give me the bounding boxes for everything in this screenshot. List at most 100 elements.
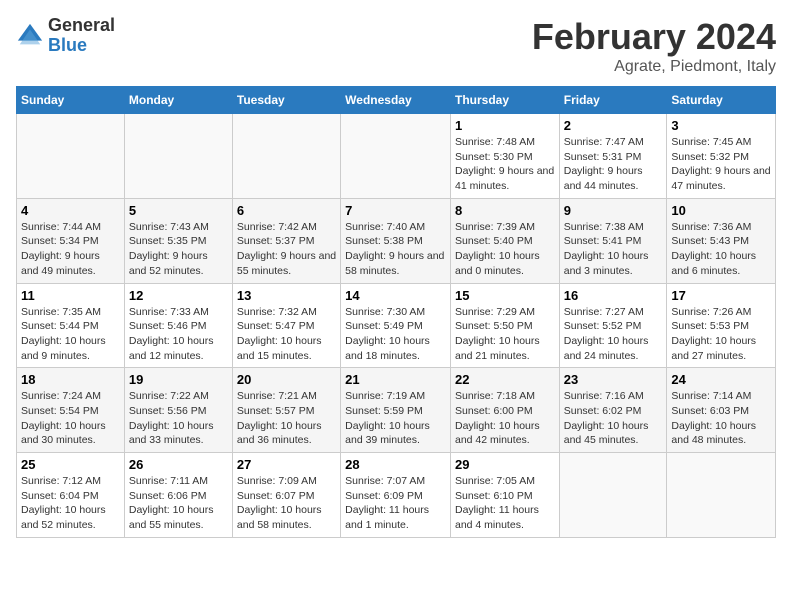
day-number: 23 <box>564 372 663 387</box>
calendar-cell: 10 Sunrise: 7:36 AM Sunset: 5:43 PM Dayli… <box>667 198 776 283</box>
day-info: Sunrise: 7:48 AM Sunset: 5:30 PM Dayligh… <box>455 135 555 194</box>
page-header: General Blue February 2024 Agrate, Piedm… <box>16 16 776 76</box>
day-info: Sunrise: 7:47 AM Sunset: 5:31 PM Dayligh… <box>564 135 663 194</box>
calendar-cell: 2 Sunrise: 7:47 AM Sunset: 5:31 PM Daylig… <box>559 114 667 199</box>
day-info: Sunrise: 7:40 AM Sunset: 5:38 PM Dayligh… <box>345 220 446 279</box>
day-number: 7 <box>345 203 446 218</box>
day-info: Sunrise: 7:27 AM Sunset: 5:52 PM Dayligh… <box>564 305 663 364</box>
day-info: Sunrise: 7:43 AM Sunset: 5:35 PM Dayligh… <box>129 220 228 279</box>
calendar-body: 1 Sunrise: 7:48 AM Sunset: 5:30 PM Daylig… <box>17 114 776 538</box>
day-number: 9 <box>564 203 663 218</box>
day-number: 16 <box>564 288 663 303</box>
calendar-cell: 13 Sunrise: 7:32 AM Sunset: 5:47 PM Dayli… <box>232 283 340 368</box>
day-info: Sunrise: 7:30 AM Sunset: 5:49 PM Dayligh… <box>345 305 446 364</box>
calendar-week-row: 25 Sunrise: 7:12 AM Sunset: 6:04 PM Dayli… <box>17 453 776 538</box>
header-row: SundayMondayTuesdayWednesdayThursdayFrid… <box>17 87 776 114</box>
calendar-cell: 28 Sunrise: 7:07 AM Sunset: 6:09 PM Dayli… <box>341 453 451 538</box>
logo-general: General <box>48 16 115 36</box>
day-number: 10 <box>671 203 771 218</box>
day-number: 14 <box>345 288 446 303</box>
calendar-cell: 29 Sunrise: 7:05 AM Sunset: 6:10 PM Dayli… <box>450 453 559 538</box>
calendar-cell: 23Sunrise: 7:16 AM Sunset: 6:02 PM Dayli… <box>559 368 667 453</box>
header-day-saturday: Saturday <box>667 87 776 114</box>
calendar-cell: 26 Sunrise: 7:11 AM Sunset: 6:06 PM Dayli… <box>124 453 232 538</box>
day-info: Sunrise: 7:36 AM Sunset: 5:43 PM Dayligh… <box>671 220 771 279</box>
calendar-cell: 27 Sunrise: 7:09 AM Sunset: 6:07 PM Dayli… <box>232 453 340 538</box>
day-number: 6 <box>237 203 336 218</box>
day-number: 17 <box>671 288 771 303</box>
header-day-tuesday: Tuesday <box>232 87 340 114</box>
calendar-week-row: 4 Sunrise: 7:44 AM Sunset: 5:34 PM Daylig… <box>17 198 776 283</box>
day-info: Sunrise: 7:33 AM Sunset: 5:46 PM Dayligh… <box>129 305 228 364</box>
location-subtitle: Agrate, Piedmont, Italy <box>532 58 776 76</box>
header-day-friday: Friday <box>559 87 667 114</box>
calendar-cell: 6 Sunrise: 7:42 AM Sunset: 5:37 PM Daylig… <box>232 198 340 283</box>
calendar-cell: 15 Sunrise: 7:29 AM Sunset: 5:50 PM Dayli… <box>450 283 559 368</box>
calendar-cell: 25 Sunrise: 7:12 AM Sunset: 6:04 PM Dayli… <box>17 453 125 538</box>
calendar-table: SundayMondayTuesdayWednesdayThursdayFrid… <box>16 86 776 538</box>
calendar-week-row: 1 Sunrise: 7:48 AM Sunset: 5:30 PM Daylig… <box>17 114 776 199</box>
calendar-cell: 5 Sunrise: 7:43 AM Sunset: 5:35 PM Daylig… <box>124 198 232 283</box>
day-number: 4 <box>21 203 120 218</box>
calendar-cell: 17 Sunrise: 7:26 AM Sunset: 5:53 PM Dayli… <box>667 283 776 368</box>
day-info: Sunrise: 7:26 AM Sunset: 5:53 PM Dayligh… <box>671 305 771 364</box>
logo: General Blue <box>16 16 115 56</box>
day-info: Sunrise: 7:19 AM Sunset: 5:59 PM Dayligh… <box>345 389 446 448</box>
calendar-cell: 4 Sunrise: 7:44 AM Sunset: 5:34 PM Daylig… <box>17 198 125 283</box>
header-day-thursday: Thursday <box>450 87 559 114</box>
calendar-cell: 12 Sunrise: 7:33 AM Sunset: 5:46 PM Dayli… <box>124 283 232 368</box>
day-number: 11 <box>21 288 120 303</box>
day-number: 12 <box>129 288 228 303</box>
calendar-cell: 18Sunrise: 7:24 AM Sunset: 5:54 PM Dayli… <box>17 368 125 453</box>
calendar-cell: 19 Sunrise: 7:22 AM Sunset: 5:56 PM Dayli… <box>124 368 232 453</box>
calendar-cell <box>559 453 667 538</box>
title-block: February 2024 Agrate, Piedmont, Italy <box>532 16 776 76</box>
day-number: 26 <box>129 457 228 472</box>
calendar-cell: 20 Sunrise: 7:21 AM Sunset: 5:57 PM Dayli… <box>232 368 340 453</box>
month-title: February 2024 <box>532 16 776 58</box>
day-info: Sunrise: 7:32 AM Sunset: 5:47 PM Dayligh… <box>237 305 336 364</box>
day-info: Sunrise: 7:11 AM Sunset: 6:06 PM Dayligh… <box>129 474 228 533</box>
day-info: Sunrise: 7:35 AM Sunset: 5:44 PM Dayligh… <box>21 305 120 364</box>
day-info: Sunrise: 7:12 AM Sunset: 6:04 PM Dayligh… <box>21 474 120 533</box>
day-number: 20 <box>237 372 336 387</box>
day-info: Sunrise: 7:22 AM Sunset: 5:56 PM Dayligh… <box>129 389 228 448</box>
day-number: 29 <box>455 457 555 472</box>
calendar-cell: 24 Sunrise: 7:14 AM Sunset: 6:03 PM Dayli… <box>667 368 776 453</box>
day-number: 15 <box>455 288 555 303</box>
day-info: Sunrise: 7:42 AM Sunset: 5:37 PM Dayligh… <box>237 220 336 279</box>
header-day-wednesday: Wednesday <box>341 87 451 114</box>
logo-icon <box>16 22 44 50</box>
day-number: 28 <box>345 457 446 472</box>
day-info: Sunrise: 7:45 AM Sunset: 5:32 PM Dayligh… <box>671 135 771 194</box>
calendar-week-row: 11 Sunrise: 7:35 AM Sunset: 5:44 PM Dayli… <box>17 283 776 368</box>
day-number: 27 <box>237 457 336 472</box>
calendar-cell <box>341 114 451 199</box>
day-info: Sunrise: 7:29 AM Sunset: 5:50 PM Dayligh… <box>455 305 555 364</box>
day-number: 24 <box>671 372 771 387</box>
calendar-cell: 16 Sunrise: 7:27 AM Sunset: 5:52 PM Dayli… <box>559 283 667 368</box>
calendar-week-row: 18Sunrise: 7:24 AM Sunset: 5:54 PM Dayli… <box>17 368 776 453</box>
day-number: 13 <box>237 288 336 303</box>
day-info: Sunrise: 7:09 AM Sunset: 6:07 PM Dayligh… <box>237 474 336 533</box>
header-day-monday: Monday <box>124 87 232 114</box>
day-info: Sunrise: 7:21 AM Sunset: 5:57 PM Dayligh… <box>237 389 336 448</box>
day-number: 19 <box>129 372 228 387</box>
day-number: 2 <box>564 118 663 133</box>
calendar-cell: 21 Sunrise: 7:19 AM Sunset: 5:59 PM Dayli… <box>341 368 451 453</box>
calendar-cell: 22Sunrise: 7:18 AM Sunset: 6:00 PM Dayli… <box>450 368 559 453</box>
day-info: Sunrise: 7:07 AM Sunset: 6:09 PM Dayligh… <box>345 474 446 533</box>
logo-text: General Blue <box>48 16 115 56</box>
day-info: Sunrise: 7:14 AM Sunset: 6:03 PM Dayligh… <box>671 389 771 448</box>
day-number: 8 <box>455 203 555 218</box>
calendar-cell: 11 Sunrise: 7:35 AM Sunset: 5:44 PM Dayli… <box>17 283 125 368</box>
day-number: 21 <box>345 372 446 387</box>
day-info: Sunrise: 7:44 AM Sunset: 5:34 PM Dayligh… <box>21 220 120 279</box>
day-number: 1 <box>455 118 555 133</box>
day-number: 5 <box>129 203 228 218</box>
day-number: 25 <box>21 457 120 472</box>
calendar-cell: 1 Sunrise: 7:48 AM Sunset: 5:30 PM Daylig… <box>450 114 559 199</box>
calendar-cell <box>17 114 125 199</box>
day-info: Sunrise: 7:05 AM Sunset: 6:10 PM Dayligh… <box>455 474 555 533</box>
calendar-cell <box>232 114 340 199</box>
